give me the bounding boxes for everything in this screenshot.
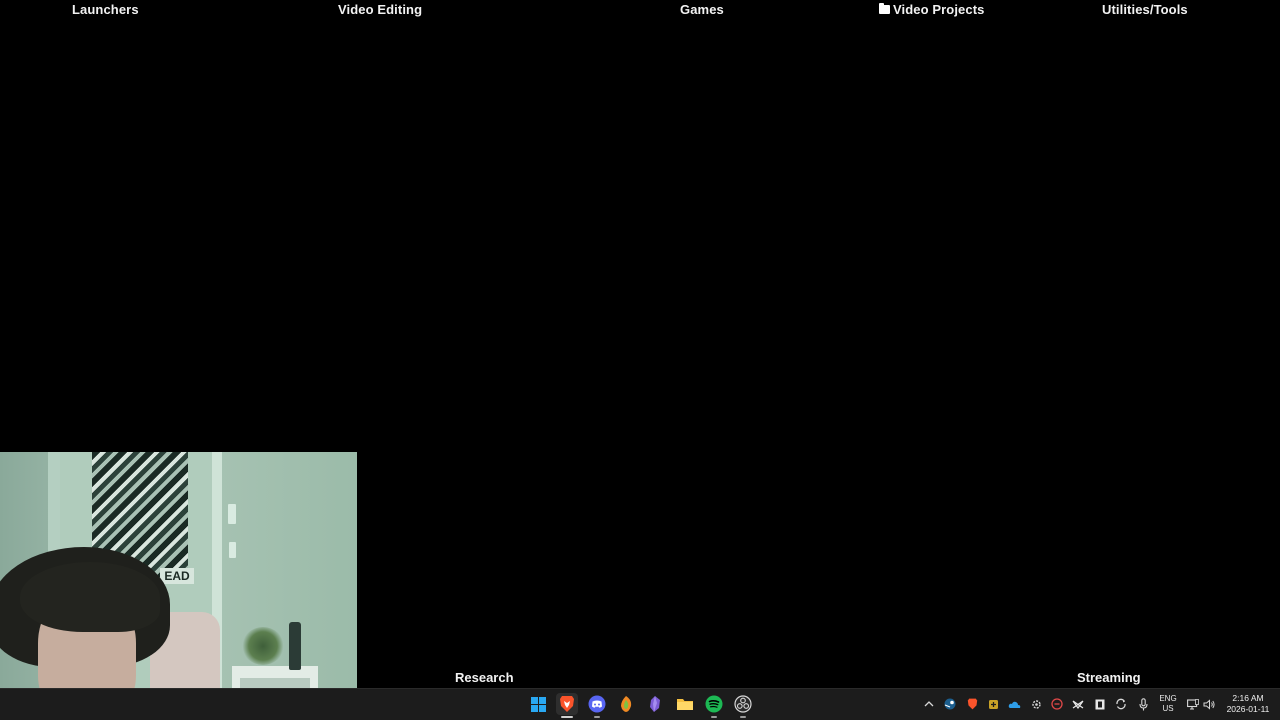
webcam-plant [242,627,284,665]
webcam-vase [289,622,301,670]
taskbar-app-obsidian[interactable] [644,693,666,715]
shield-icon [1051,698,1063,710]
sync-icon [1116,698,1126,710]
desktop-group-label: Launchers [72,2,139,17]
folder-icon [879,3,890,14]
language-code: ENG [1159,694,1177,703]
speaker-icon [1203,698,1215,710]
clock-date[interactable]: 2:16 AM 2026-01-11 [1222,693,1274,715]
running-indicator [561,716,573,718]
running-indicator [740,716,746,718]
obs-icon [734,695,752,713]
app-tray-icon [988,699,998,709]
tray-onedrive[interactable] [1007,694,1021,714]
taskbar-app-spotify[interactable] [703,693,725,715]
brave-icon [967,698,977,710]
logitech-icon [1072,700,1084,709]
webcam-overlay: EAD [0,452,357,720]
app-tray-icon [1095,699,1105,709]
tray-microphone[interactable] [1136,694,1150,714]
webcam-light-switch [228,504,236,524]
clock-date-text: 2026-01-11 [1226,704,1270,714]
windows-logo-icon [530,696,546,712]
desktop-group-label: Video Editing [338,2,423,17]
tray-app[interactable] [1029,694,1043,714]
tray-brave[interactable] [965,694,979,714]
input-language-indicator[interactable]: ENG US [1156,694,1180,714]
folder-icon [677,699,693,710]
tray-app[interactable] [986,694,1000,714]
gear-icon [1031,699,1041,709]
microphone-icon [1138,697,1148,710]
tray-steam[interactable] [943,694,957,714]
taskbar [0,688,1280,720]
desktop-group-label: Research [455,670,514,685]
desktop-group-video-editing[interactable]: Video Editing [338,2,422,17]
steam-icon [944,698,956,710]
webcam-person-bangs [20,562,160,632]
show-hidden-icons-button[interactable] [923,694,935,714]
obsidian-icon [650,696,660,712]
fl-studio-icon [621,696,632,712]
desktop-group-video-projects[interactable]: Video Projects [879,2,984,17]
network-icon [1187,698,1199,710]
desktop-group-label: Streaming [1077,670,1141,685]
desktop-group-utilities-tools[interactable]: Utilities/Tools [1102,2,1188,17]
running-indicator [594,716,600,718]
desktop-group-label: Games [680,2,724,17]
tray-app[interactable] [1093,694,1107,714]
taskbar-app-file-explorer[interactable] [674,693,696,715]
taskbar-app-discord[interactable] [586,693,608,715]
taskbar-app-brave-browser[interactable] [556,693,578,715]
spotify-icon [705,695,723,713]
running-indicator [711,716,717,718]
desktop-group-research[interactable]: Research [455,670,514,685]
desktop-group-label: Utilities/Tools [1102,2,1188,17]
taskbar-app-obs-studio[interactable] [732,693,754,715]
desktop-group-label: Video Projects [893,2,985,17]
tray-network[interactable] [1186,694,1200,714]
tray-app[interactable] [1050,694,1064,714]
tray-app[interactable] [1071,694,1085,714]
desktop-group-streaming[interactable]: Streaming [1077,670,1141,685]
clock-time: 2:16 AM [1232,693,1264,703]
tray-volume[interactable] [1202,694,1216,714]
brave-icon [560,696,574,712]
discord-icon [588,695,606,713]
region-code: US [1162,704,1174,713]
webcam-light-switch [229,542,236,558]
start-button[interactable] [527,693,549,715]
tray-app[interactable] [1114,694,1128,714]
taskbar-app-fl-studio[interactable] [615,693,637,715]
desktop-group-launchers[interactable]: Launchers [72,2,139,17]
webcam-poster-text: EAD [160,568,194,584]
chevron-up-icon [924,701,934,707]
cloud-icon [1008,701,1020,708]
desktop-group-games[interactable]: Games [680,2,724,17]
